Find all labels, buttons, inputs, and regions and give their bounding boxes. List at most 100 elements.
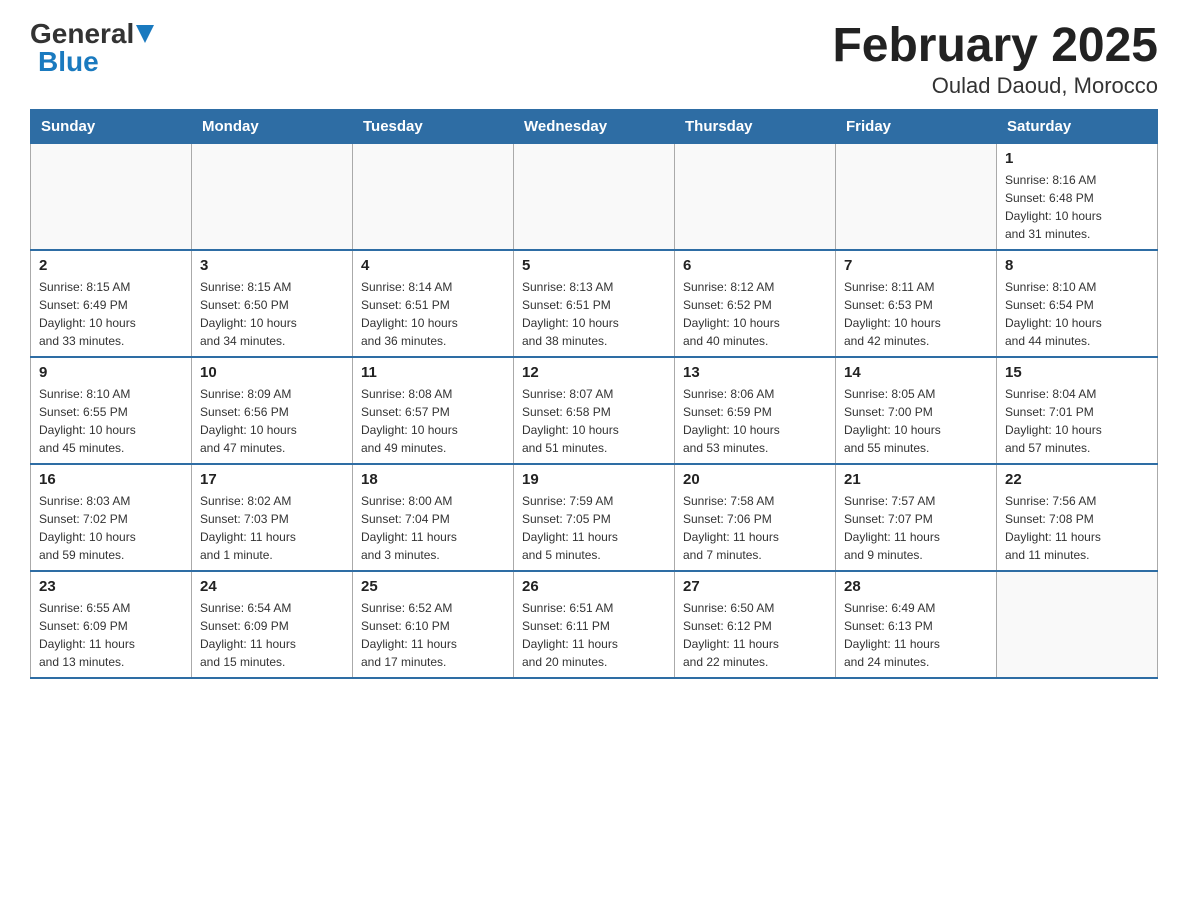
calendar-week-row: 2Sunrise: 8:15 AM Sunset: 6:49 PM Daylig… [31,250,1158,357]
day-number: 15 [1005,364,1149,381]
day-number: 1 [1005,150,1149,167]
day-of-week-header: Thursday [675,109,836,143]
calendar-table: SundayMondayTuesdayWednesdayThursdayFrid… [30,109,1158,679]
calendar-day-cell: 19 Sunrise: 7:59 AM Sunset: 7:05 PM Dayli… [514,464,675,571]
calendar-day-cell: 28 Sunrise: 6:49 AM Sunset: 6:13 PM Dayli… [836,571,997,678]
calendar-day-cell: 22 Sunrise: 7:56 AM Sunset: 7:08 PM Dayli… [997,464,1158,571]
day-info: Sunrise: 8:13 AM Sunset: 6:51 PM Dayligh… [522,278,666,350]
day-info: Sunrise: 8:00 AM Sunset: 7:04 PM Dayligh… [361,492,505,564]
day-number: 7 [844,257,988,274]
calendar-day-cell: 4 Sunrise: 8:14 AM Sunset: 6:51 PM Daylig… [353,250,514,357]
day-of-week-header: Tuesday [353,109,514,143]
day-number: 6 [683,257,827,274]
calendar-day-cell: 6 Sunrise: 8:12 AM Sunset: 6:52 PM Daylig… [675,250,836,357]
calendar-day-cell: 21 Sunrise: 7:57 AM Sunset: 7:07 PM Dayli… [836,464,997,571]
calendar-day-cell: 15 Sunrise: 8:04 AM Sunset: 7:01 PM Dayli… [997,357,1158,464]
calendar-day-cell: 7 Sunrise: 8:11 AM Sunset: 6:53 PM Daylig… [836,250,997,357]
day-of-week-header: Sunday [31,109,192,143]
day-number: 28 [844,578,988,595]
calendar-day-cell: 12Sunrise: 8:07 AM Sunset: 6:58 PM Dayli… [514,357,675,464]
calendar-day-cell [836,143,997,250]
day-info: Sunrise: 6:55 AM Sunset: 6:09 PM Dayligh… [39,599,183,671]
day-info: Sunrise: 7:57 AM Sunset: 7:07 PM Dayligh… [844,492,988,564]
calendar-day-cell [192,143,353,250]
day-number: 11 [361,364,505,381]
page-header: General Blue February 2025 Oulad Daoud, … [30,20,1158,99]
day-number: 12 [522,364,666,381]
day-of-week-header: Friday [836,109,997,143]
day-number: 16 [39,471,183,488]
calendar-day-cell: 11 Sunrise: 8:08 AM Sunset: 6:57 PM Dayli… [353,357,514,464]
day-info: Sunrise: 6:50 AM Sunset: 6:12 PM Dayligh… [683,599,827,671]
day-number: 21 [844,471,988,488]
calendar-day-cell: 23 Sunrise: 6:55 AM Sunset: 6:09 PM Dayli… [31,571,192,678]
day-number: 23 [39,578,183,595]
day-info: Sunrise: 8:09 AM Sunset: 6:56 PM Dayligh… [200,385,344,457]
day-number: 24 [200,578,344,595]
day-number: 14 [844,364,988,381]
day-info: Sunrise: 8:16 AM Sunset: 6:48 PM Dayligh… [1005,171,1149,243]
day-info: Sunrise: 8:03 AM Sunset: 7:02 PM Dayligh… [39,492,183,564]
calendar-day-cell: 2Sunrise: 8:15 AM Sunset: 6:49 PM Daylig… [31,250,192,357]
calendar-day-cell: 8Sunrise: 8:10 AM Sunset: 6:54 PM Daylig… [997,250,1158,357]
calendar-day-cell [997,571,1158,678]
day-info: Sunrise: 8:15 AM Sunset: 6:50 PM Dayligh… [200,278,344,350]
calendar-subtitle: Oulad Daoud, Morocco [832,73,1158,99]
logo-triangle-icon [136,25,154,45]
calendar-day-cell: 16 Sunrise: 8:03 AM Sunset: 7:02 PM Dayli… [31,464,192,571]
calendar-week-row: 1 Sunrise: 8:16 AM Sunset: 6:48 PM Daylig… [31,143,1158,250]
calendar-day-cell: 25 Sunrise: 6:52 AM Sunset: 6:10 PM Dayli… [353,571,514,678]
calendar-day-cell: 10 Sunrise: 8:09 AM Sunset: 6:56 PM Dayli… [192,357,353,464]
calendar-day-cell: 14 Sunrise: 8:05 AM Sunset: 7:00 PM Dayli… [836,357,997,464]
day-info: Sunrise: 7:56 AM Sunset: 7:08 PM Dayligh… [1005,492,1149,564]
day-info: Sunrise: 7:59 AM Sunset: 7:05 PM Dayligh… [522,492,666,564]
title-block: February 2025 Oulad Daoud, Morocco [832,20,1158,99]
day-number: 4 [361,257,505,274]
calendar-week-row: 16 Sunrise: 8:03 AM Sunset: 7:02 PM Dayli… [31,464,1158,571]
calendar-day-cell: 26 Sunrise: 6:51 AM Sunset: 6:11 PM Dayli… [514,571,675,678]
day-number: 8 [1005,257,1149,274]
day-number: 20 [683,471,827,488]
day-number: 2 [39,257,183,274]
calendar-day-cell: 1 Sunrise: 8:16 AM Sunset: 6:48 PM Daylig… [997,143,1158,250]
day-number: 22 [1005,471,1149,488]
day-number: 9 [39,364,183,381]
day-number: 3 [200,257,344,274]
day-number: 5 [522,257,666,274]
logo-general-text: General [30,20,134,48]
day-of-week-header: Saturday [997,109,1158,143]
day-info: Sunrise: 8:12 AM Sunset: 6:52 PM Dayligh… [683,278,827,350]
calendar-day-cell [31,143,192,250]
logo-blue-text: Blue [38,48,99,76]
day-info: Sunrise: 6:49 AM Sunset: 6:13 PM Dayligh… [844,599,988,671]
day-info: Sunrise: 6:52 AM Sunset: 6:10 PM Dayligh… [361,599,505,671]
day-number: 18 [361,471,505,488]
calendar-day-cell: 13 Sunrise: 8:06 AM Sunset: 6:59 PM Dayli… [675,357,836,464]
day-number: 27 [683,578,827,595]
calendar-day-cell: 5 Sunrise: 8:13 AM Sunset: 6:51 PM Daylig… [514,250,675,357]
day-info: Sunrise: 8:05 AM Sunset: 7:00 PM Dayligh… [844,385,988,457]
day-number: 19 [522,471,666,488]
day-info: Sunrise: 8:11 AM Sunset: 6:53 PM Dayligh… [844,278,988,350]
day-info: Sunrise: 8:02 AM Sunset: 7:03 PM Dayligh… [200,492,344,564]
day-info: Sunrise: 8:14 AM Sunset: 6:51 PM Dayligh… [361,278,505,350]
calendar-day-cell: 27 Sunrise: 6:50 AM Sunset: 6:12 PM Dayli… [675,571,836,678]
day-info: Sunrise: 8:06 AM Sunset: 6:59 PM Dayligh… [683,385,827,457]
logo: General Blue [30,20,154,76]
day-number: 17 [200,471,344,488]
calendar-day-cell: 18 Sunrise: 8:00 AM Sunset: 7:04 PM Dayli… [353,464,514,571]
calendar-day-cell: 24Sunrise: 6:54 AM Sunset: 6:09 PM Dayli… [192,571,353,678]
day-number: 10 [200,364,344,381]
day-info: Sunrise: 6:51 AM Sunset: 6:11 PM Dayligh… [522,599,666,671]
day-number: 26 [522,578,666,595]
calendar-day-cell: 3 Sunrise: 8:15 AM Sunset: 6:50 PM Daylig… [192,250,353,357]
day-info: Sunrise: 7:58 AM Sunset: 7:06 PM Dayligh… [683,492,827,564]
day-of-week-header: Wednesday [514,109,675,143]
calendar-week-row: 23 Sunrise: 6:55 AM Sunset: 6:09 PM Dayli… [31,571,1158,678]
day-info: Sunrise: 8:08 AM Sunset: 6:57 PM Dayligh… [361,385,505,457]
calendar-day-cell: 17 Sunrise: 8:02 AM Sunset: 7:03 PM Dayli… [192,464,353,571]
day-number: 13 [683,364,827,381]
day-info: Sunrise: 8:04 AM Sunset: 7:01 PM Dayligh… [1005,385,1149,457]
day-number: 25 [361,578,505,595]
calendar-day-cell: 9Sunrise: 8:10 AM Sunset: 6:55 PM Daylig… [31,357,192,464]
